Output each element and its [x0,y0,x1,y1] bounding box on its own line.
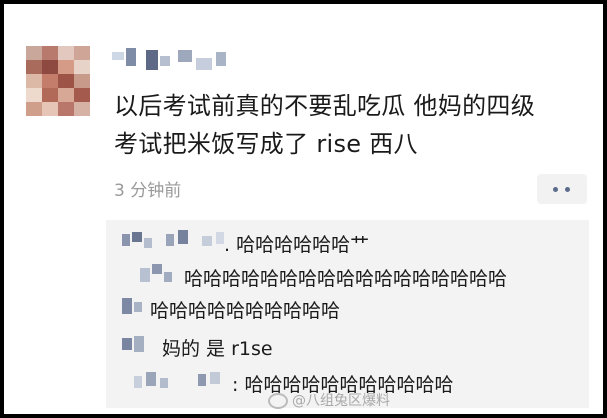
weibo-logo-icon [268,393,288,409]
comment-text: . 哈哈哈哈哈哈艹 [224,234,370,256]
comment-text: 妈的 是 r1se [162,338,273,360]
watermark-text: @八组兔区爆料 [292,393,390,409]
avatar[interactable] [26,46,90,116]
commenter-name-mosaic[interactable] [134,370,230,392]
comment-text: 哈哈哈哈哈哈哈哈哈哈 [150,300,341,322]
comment-section: . 哈哈哈哈哈哈艹 哈哈哈哈哈哈哈哈哈哈哈哈哈哈哈哈哈 哈哈哈哈哈哈哈哈哈哈 妈… [106,220,589,408]
username-mosaic[interactable] [112,46,232,76]
commenter-name-mosaic[interactable] [140,264,180,286]
comment-text: 哈哈哈哈哈哈哈哈哈哈哈哈哈哈哈哈哈 [184,268,508,290]
post-card: 以后考试前真的不要乱吃瓜 他妈的四级 考试把米饭写成了 rise 西八 3 分钟… [4,4,603,414]
post-timestamp: 3 分钟前 [114,181,182,201]
post-text-line-1: 以后考试前真的不要乱吃瓜 他妈的四级 [114,92,536,120]
commenter-name-mosaic[interactable] [122,230,232,252]
more-button[interactable] [537,174,587,204]
commenter-name-mosaic[interactable] [122,296,148,318]
commenter-name-mosaic[interactable] [122,334,152,356]
post-text-line-2: 考试把米饭写成了 rise 西八 [114,130,418,158]
watermark: @八组兔区爆料 [268,390,390,410]
